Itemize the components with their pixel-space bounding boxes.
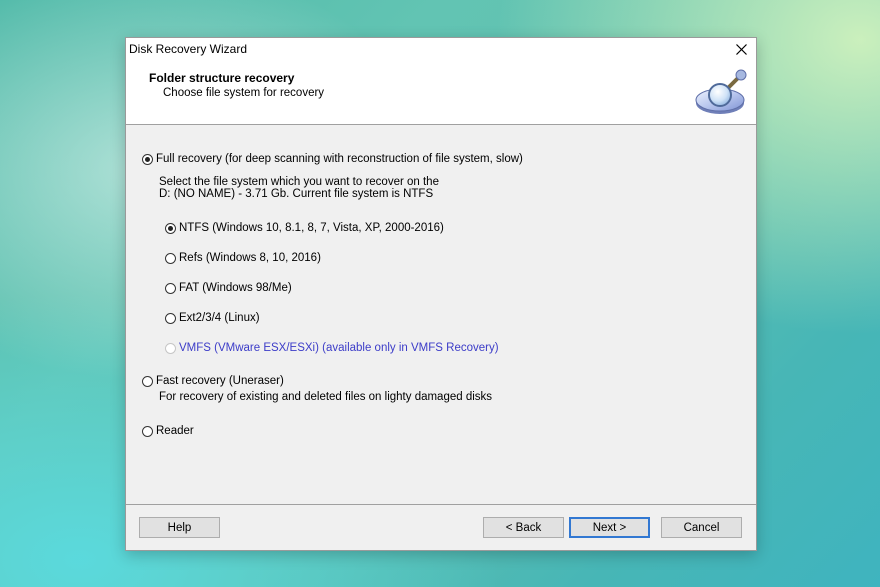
reader-label: Reader [156, 425, 194, 437]
vmfs-radio [165, 342, 176, 354]
filesystem-option-fat[interactable]: FAT (Windows 98/Me) [165, 282, 292, 294]
window-title: Disk Recovery Wizard [129, 42, 248, 56]
fast-recovery-label: Fast recovery (Uneraser) [156, 375, 284, 387]
wizard-header: Folder structure recovery Choose file sy… [126, 60, 756, 125]
reader-option[interactable]: Reader [142, 425, 194, 437]
filesystem-option-refs[interactable]: Refs (Windows 8, 10, 2016) [165, 252, 321, 264]
wizard-window: Disk Recovery Wizard Folder structure re… [125, 37, 757, 551]
reader-radio[interactable] [142, 425, 153, 437]
help-button[interactable]: Help [139, 517, 220, 538]
fat-radio[interactable] [165, 282, 176, 294]
full-recovery-label: Full recovery (for deep scanning with re… [156, 153, 523, 165]
ext-label: Ext2/3/4 (Linux) [179, 312, 260, 324]
full-recovery-radio[interactable] [142, 153, 153, 165]
close-icon [735, 43, 747, 55]
filesystem-option-vmfs: VMFS (VMware ESX/ESXi) (available only i… [165, 342, 499, 354]
next-button[interactable]: Next > [569, 517, 650, 538]
disk-magnifier-icon [695, 69, 747, 114]
ntfs-label: NTFS (Windows 10, 8.1, 8, 7, Vista, XP, … [179, 222, 444, 234]
back-button[interactable]: < Back [483, 517, 564, 538]
fast-recovery-description: For recovery of existing and deleted fil… [159, 391, 493, 403]
close-button[interactable] [726, 38, 756, 60]
fast-recovery-option[interactable]: Fast recovery (Uneraser) [142, 375, 284, 387]
refs-label: Refs (Windows 8, 10, 2016) [179, 252, 321, 264]
filesystem-option-ntfs[interactable]: NTFS (Windows 10, 8.1, 8, 7, Vista, XP, … [165, 222, 444, 234]
fast-recovery-radio[interactable] [142, 375, 153, 387]
title-bar[interactable]: Disk Recovery Wizard [126, 38, 756, 60]
refs-radio[interactable] [165, 252, 176, 264]
header-title: Folder structure recovery [149, 71, 295, 85]
header-subtitle: Choose file system for recovery [163, 87, 325, 99]
vmfs-label: VMFS (VMware ESX/ESXi) (available only i… [179, 342, 499, 354]
full-recovery-option[interactable]: Full recovery (for deep scanning with re… [142, 153, 523, 165]
footer-divider [126, 504, 756, 505]
ext-radio[interactable] [165, 312, 176, 324]
filesystem-option-ext[interactable]: Ext2/3/4 (Linux) [165, 312, 260, 324]
ntfs-radio[interactable] [165, 222, 176, 234]
fat-label: FAT (Windows 98/Me) [179, 282, 292, 294]
full-recovery-description-line2: D: (NO NAME) - 3.71 Gb. Current file sys… [159, 188, 434, 200]
cancel-button[interactable]: Cancel [661, 517, 742, 538]
